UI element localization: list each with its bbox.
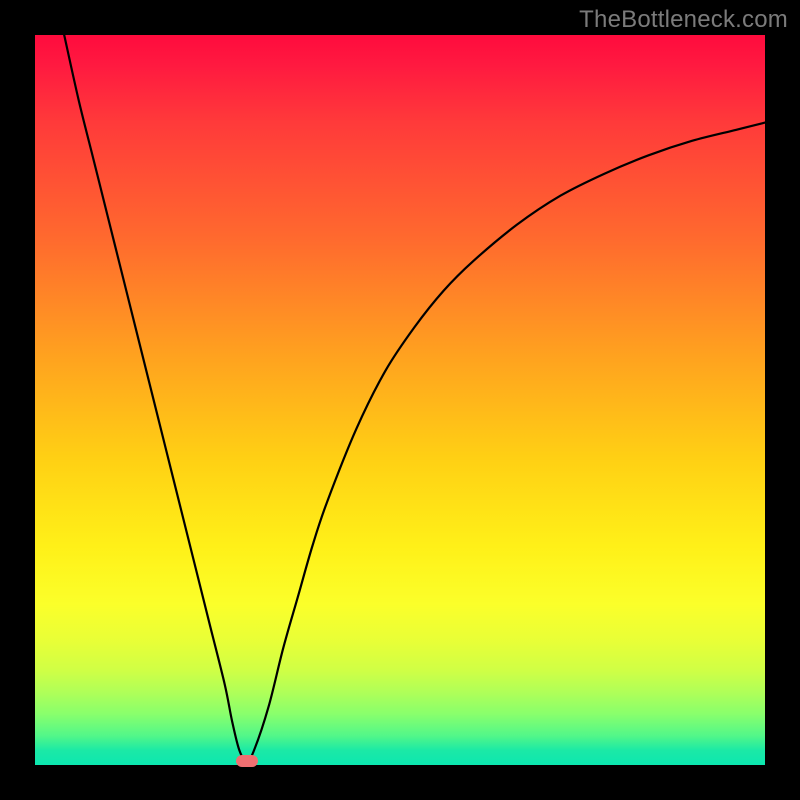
plot-area (35, 35, 765, 765)
curve-svg (35, 35, 765, 765)
watermark-text: TheBottleneck.com (579, 6, 788, 34)
minimum-marker (236, 755, 258, 767)
bottleneck-curve (64, 35, 765, 761)
chart-frame: TheBottleneck.com (0, 0, 800, 800)
